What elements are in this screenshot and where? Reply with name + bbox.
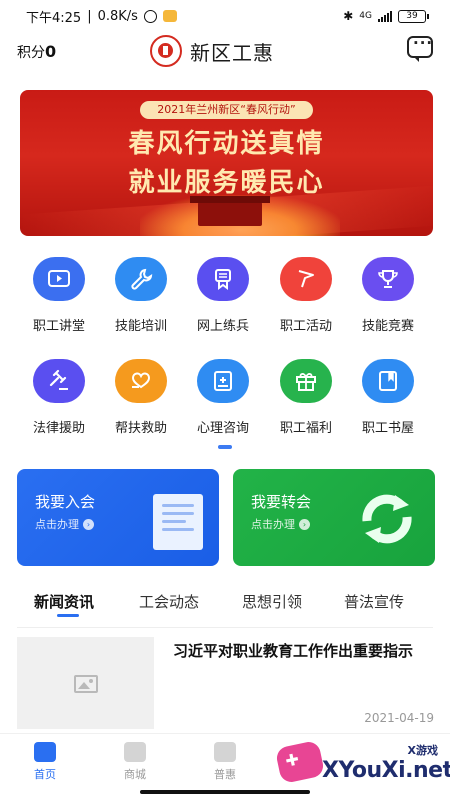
grid-label: 职工讲堂 [32, 319, 85, 334]
nav-mall[interactable]: 商城 [105, 742, 165, 782]
shopping-bag-icon [124, 742, 146, 762]
news-date: 2021-04-19 [364, 711, 434, 725]
app-title: 新区工惠 [190, 40, 274, 65]
points-value: 0 [45, 42, 57, 61]
card-title: 我要转会 [251, 493, 312, 511]
points-display[interactable]: 积分0 [17, 42, 56, 62]
home-icon [34, 742, 56, 762]
grid-label: 网上练兵 [196, 319, 249, 334]
card-title: 我要入会 [35, 493, 96, 511]
nav-label: 首页 [34, 768, 56, 781]
grid-item-online-practice[interactable]: 网上练兵 [181, 257, 265, 334]
brand: 新区工惠 [150, 35, 274, 67]
tab-legal-publicity[interactable]: 普法宣传 [344, 591, 404, 612]
tab-thought-guidance[interactable]: 思想引领 [242, 591, 302, 612]
news-title[interactable]: 习近平对职业教育工作作出重要指示 [173, 638, 438, 664]
news-thumbnail[interactable] [17, 637, 154, 729]
grid-item-legal-aid[interactable]: 法律援助 [17, 359, 101, 436]
bookmark-icon [214, 742, 236, 762]
card-subtitle: 点击办理 [35, 518, 79, 531]
status-time: 下午4:25 [26, 10, 82, 26]
message-chat-icon[interactable] [407, 34, 433, 62]
grid-item-skill-competition[interactable]: 技能竞赛 [346, 257, 430, 334]
wrench-icon [115, 257, 167, 301]
points-label: 积分 [17, 45, 45, 61]
promo-banner[interactable]: 2021年兰州新区“春风行动” 春风行动送真情 就业服务暖民心 [20, 90, 433, 236]
tab-union-news[interactable]: 工会动态 [139, 591, 199, 612]
grid-label: 法律援助 [32, 421, 85, 436]
document-icon [153, 494, 203, 550]
banner-headline-1: 春风行动送真情 [128, 129, 325, 159]
flag-icon [280, 257, 332, 301]
grid-item-worker-lecture[interactable]: 职工讲堂 [17, 257, 101, 334]
network-type: 4G [359, 11, 372, 21]
grid-item-skill-training[interactable]: 技能培训 [99, 257, 183, 334]
transfer-union-card[interactable]: 我要转会 点击办理 › [233, 469, 435, 566]
banner-tag: 2021年兰州新区“春风行动” [140, 101, 313, 119]
banner-headline-2: 就业服务暖民心 [128, 168, 325, 198]
grid-page-indicator [218, 445, 232, 449]
grid-label: 职工活动 [279, 319, 332, 334]
medal-icon [197, 257, 249, 301]
grid-item-counseling[interactable]: 心理咨询 [181, 359, 265, 436]
grid-label: 心理咨询 [196, 421, 249, 436]
watermark-small-text: X游戏 [407, 744, 438, 757]
card-subtitle: 点击办理 [251, 518, 295, 531]
tiananmen-graphic [190, 196, 270, 226]
gift-icon [280, 359, 332, 403]
chevron-right-icon: › [299, 518, 310, 530]
grid-label: 技能竞赛 [361, 319, 414, 334]
union-logo-icon [150, 35, 182, 67]
gavel-icon [33, 359, 85, 403]
join-union-card[interactable]: 我要入会 点击办理 › [17, 469, 219, 566]
grid-label: 职工书屋 [361, 421, 414, 436]
watermark-brand: XYouXi.net [322, 758, 450, 783]
grid-item-assistance[interactable]: 帮扶救助 [99, 359, 183, 436]
nav-label: 商城 [124, 768, 146, 781]
chevron-right-icon: › [83, 518, 94, 530]
nav-home[interactable]: 首页 [15, 742, 75, 782]
grid-label: 帮扶救助 [114, 421, 167, 436]
nav-benefits[interactable]: 普惠 [195, 742, 255, 782]
home-indicator-bar[interactable] [140, 790, 310, 794]
video-play-icon [33, 257, 85, 301]
grid-item-library[interactable]: 职工书屋 [346, 359, 430, 436]
app-header: 积分0 新区工惠 [0, 32, 450, 78]
nav-label: 普惠 [214, 768, 236, 781]
news-tabs: 新闻资讯 工会动态 思想引领 普法宣传 [0, 588, 450, 628]
bluetooth-icon: ✱ [343, 9, 354, 23]
status-bar: 下午4:25 | 0.8K/s ✱ 4G 39 [0, 0, 450, 32]
tab-active-indicator [57, 614, 79, 617]
grid-label: 技能培训 [114, 319, 167, 334]
signal-icon [378, 10, 392, 22]
book-plus-icon [197, 359, 249, 403]
watermark: X游戏 XYouXi.net [270, 736, 450, 796]
tab-news[interactable]: 新闻资讯 [34, 591, 94, 612]
grid-label: 职工福利 [279, 421, 332, 436]
alarm-icon [143, 9, 157, 23]
battery-indicator: 39 [398, 9, 429, 23]
grid-item-welfare[interactable]: 职工福利 [264, 359, 348, 436]
trophy-icon [362, 257, 414, 301]
gamepad-logo-icon [274, 739, 326, 785]
image-placeholder-icon [74, 675, 98, 693]
message-notification-icon [162, 10, 177, 22]
network-speed: 0.8K/s [97, 8, 138, 24]
divider [17, 627, 433, 628]
bookmark-book-icon [362, 359, 414, 403]
heart-hand-icon [115, 359, 167, 403]
grid-item-worker-activity[interactable]: 职工活动 [264, 257, 348, 334]
transfer-arrows-icon [362, 494, 412, 544]
